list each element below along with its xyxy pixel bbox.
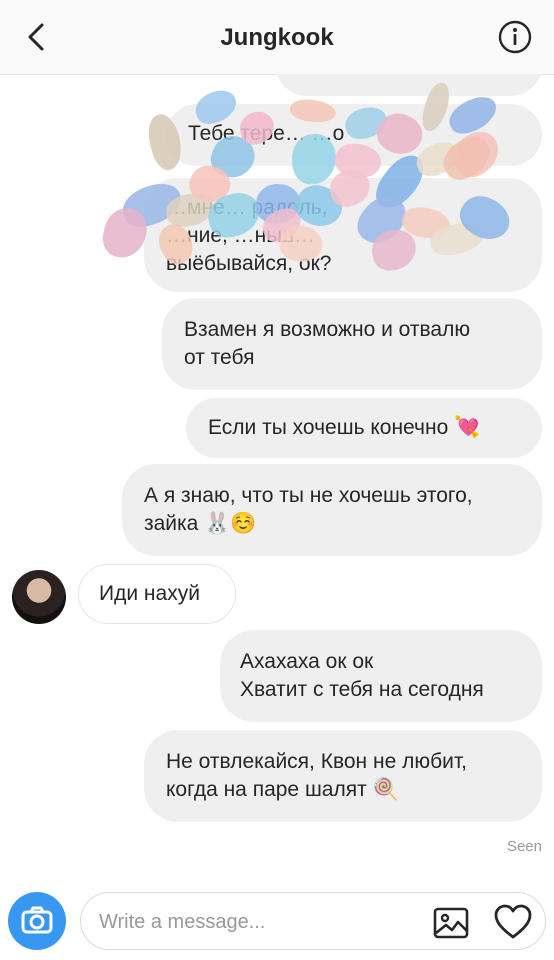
- info-circle-icon[interactable]: [498, 20, 532, 54]
- message-input-field[interactable]: [80, 892, 546, 950]
- camera-button[interactable]: [8, 892, 66, 950]
- message-text: Взамен я возможно и отвалю от тебя: [184, 318, 471, 369]
- heart-icon[interactable]: [493, 903, 533, 941]
- camera-icon: [21, 906, 53, 934]
- avatar[interactable]: [12, 570, 66, 624]
- message-thread[interactable]: Тебе тере… …о …мне… радоль, …ние, …ньш… …: [0, 74, 554, 884]
- message-bubble: Если ты хочешь конечно 💘: [186, 398, 542, 458]
- chat-header: Jungkook: [0, 0, 554, 75]
- seen-status: Seen: [506, 838, 542, 855]
- message-bubble: Не отвлекайся, Квон не любит, когда на п…: [144, 730, 542, 822]
- message-text: Иди нахуй: [99, 582, 200, 605]
- message-text: Не отвлекайся, Квон не любит, когда на п…: [166, 750, 467, 801]
- message-bubble: А я знаю, что ты не хочешь этого, зайка …: [122, 464, 542, 556]
- message-bubble: Ахахаха ок ок Хватит с тебя на сегодня: [220, 630, 542, 722]
- chat-title[interactable]: Jungkook: [0, 24, 554, 52]
- message-bubble: Взамен я возможно и отвалю от тебя: [162, 298, 542, 390]
- message-composer: [8, 890, 546, 952]
- image-icon[interactable]: [433, 905, 469, 941]
- message-input[interactable]: [97, 905, 431, 939]
- paint-smudge-overlay: [0, 74, 554, 294]
- message-text: Если ты хочешь конечно 💘: [208, 416, 481, 439]
- message-text: А я знаю, что ты не хочешь этого, зайка …: [144, 484, 473, 535]
- message-text: Ахахаха ок ок Хватит с тебя на сегодня: [240, 650, 484, 701]
- message-bubble-incoming: Иди нахуй: [78, 564, 236, 624]
